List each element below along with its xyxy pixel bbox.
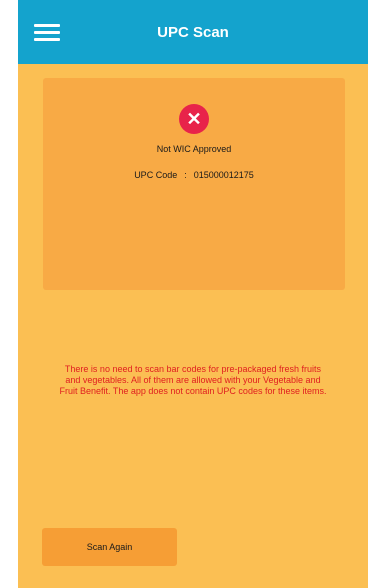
header-bar: UPC Scan bbox=[18, 0, 368, 64]
upc-code-label: UPC Code bbox=[134, 170, 178, 180]
scan-again-button[interactable]: Scan Again bbox=[42, 528, 177, 566]
produce-notice-text: There is no need to scan bar codes for p… bbox=[59, 364, 327, 396]
page-title: UPC Scan bbox=[157, 24, 229, 41]
approval-status-text: Not WIC Approved bbox=[156, 144, 232, 154]
app-screen: UPC Scan ✕ Not WIC Approved UPC Code:015… bbox=[18, 0, 368, 588]
upc-code-value: 015000012175 bbox=[193, 170, 254, 180]
scan-result-card: ✕ Not WIC Approved UPC Code:015000012175 bbox=[43, 78, 345, 290]
upc-code-separator: : bbox=[184, 170, 187, 180]
upc-code-line: UPC Code:015000012175 bbox=[43, 170, 345, 180]
close-circle-icon: ✕ bbox=[179, 104, 209, 134]
